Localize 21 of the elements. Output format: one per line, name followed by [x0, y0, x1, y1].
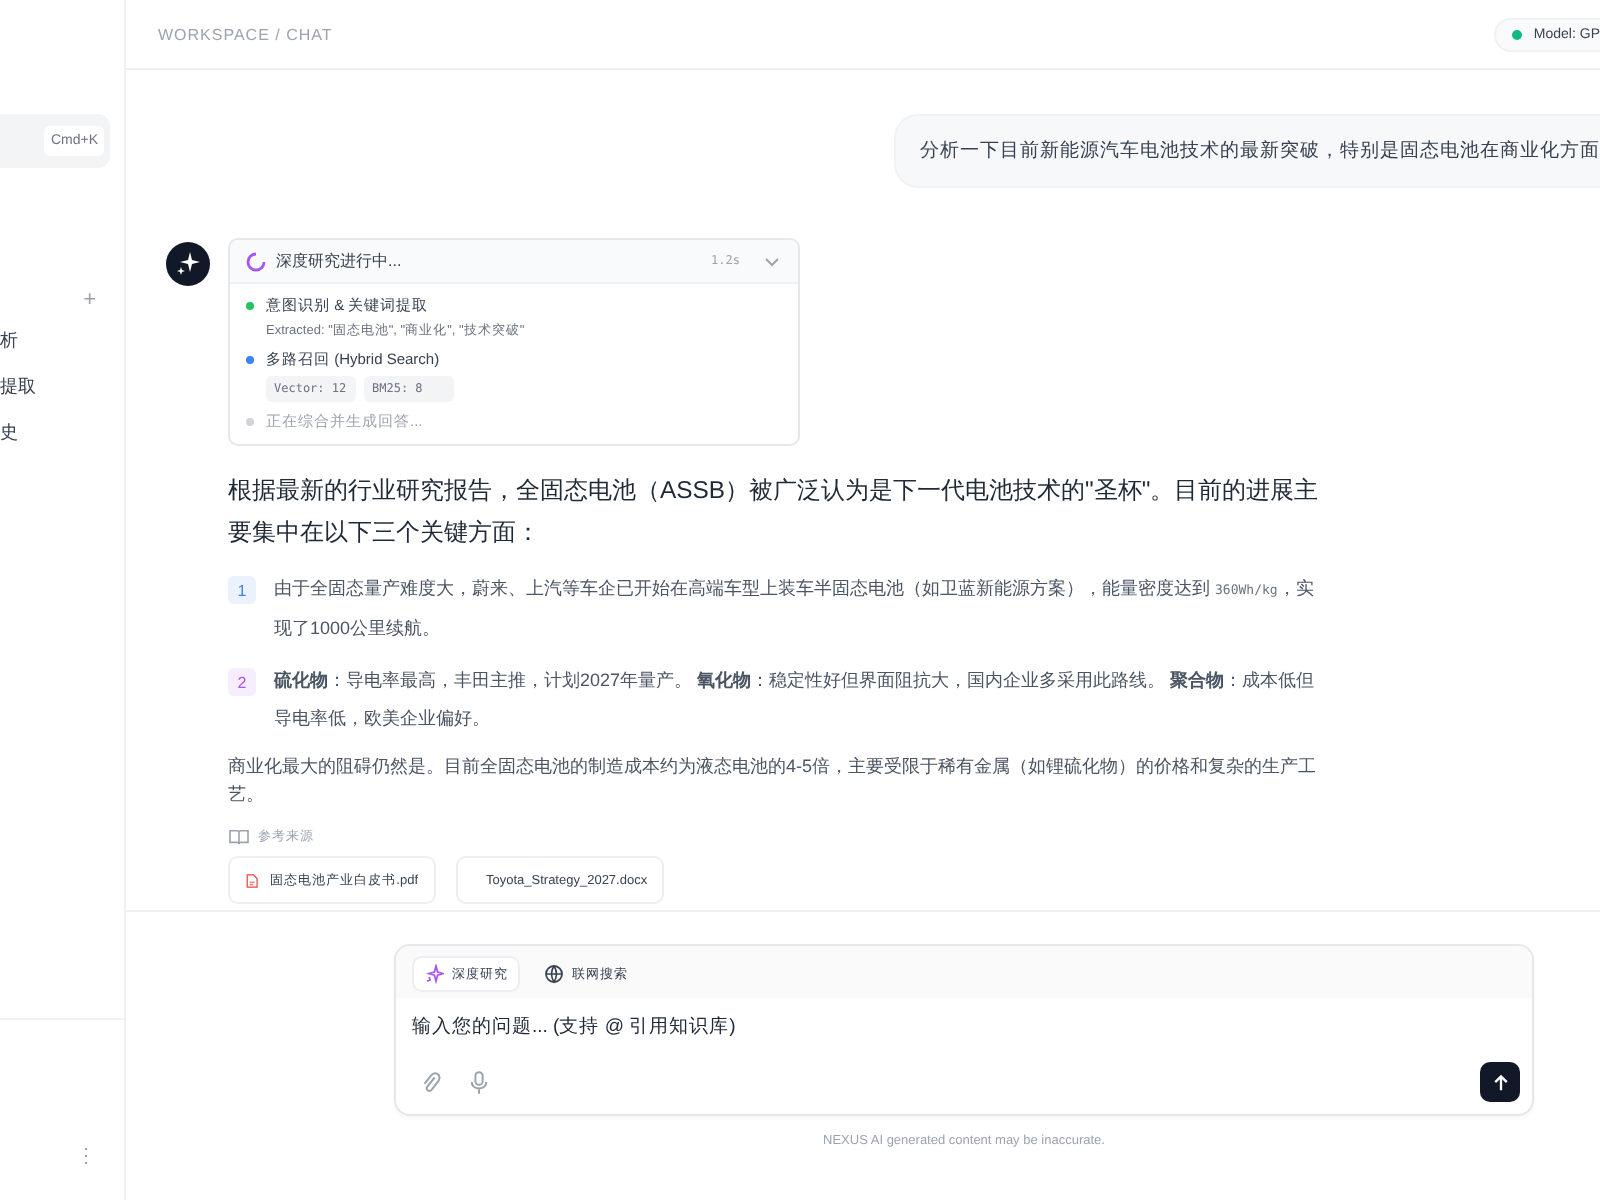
sidebar-item[interactable]: 史	[0, 412, 40, 450]
answer-paragraph: 根据最新的行业研究报告，全固态电池（ASSB）被广泛认为是下一代电池技术的"圣杯"。目前的进展主要集中在以下三个关键方面：	[228, 474, 1321, 550]
user-message: 分析一下目前新能源汽车电池技术的最新突破，特别是固态电池在商业化方面	[894, 114, 1600, 188]
spinner-icon	[246, 251, 266, 271]
paperclip-icon[interactable]	[420, 1069, 442, 1095]
point-text: 硫化物：导电率最高，丰田主推，计划2027年量产。 氧化物：稳定性好但界面阻抗大，国内企业多采用此路线。 聚合物：成本低但导电率低，欧美企业偏好。	[274, 668, 1317, 732]
arrow-up-icon	[1491, 1073, 1509, 1091]
breadcrumb: WORKSPACE / CHAT	[158, 25, 333, 43]
microphone-icon[interactable]	[470, 1069, 488, 1095]
sidebar-item[interactable]: 析	[0, 320, 40, 358]
sidebar-item[interactable]: 提取	[0, 366, 40, 404]
globe-icon	[544, 964, 564, 984]
file-icon	[246, 869, 259, 891]
number-badge: 2	[228, 668, 256, 696]
number-badge: 1	[228, 576, 256, 604]
answer-paragraph: 商业化最大的阻碍仍然是。目前全固态电池的制造成本约为液态电池的4-5倍，主要受限于稀有金属（如锂硫化物）的价格和复杂的生产工艺。	[228, 754, 1319, 808]
sparkle-icon	[424, 964, 444, 984]
send-button[interactable]	[1480, 1062, 1520, 1102]
sparkle-avatar-icon	[166, 242, 210, 286]
research-title: 深度研究进行中...	[276, 250, 402, 272]
book-icon	[228, 828, 250, 846]
